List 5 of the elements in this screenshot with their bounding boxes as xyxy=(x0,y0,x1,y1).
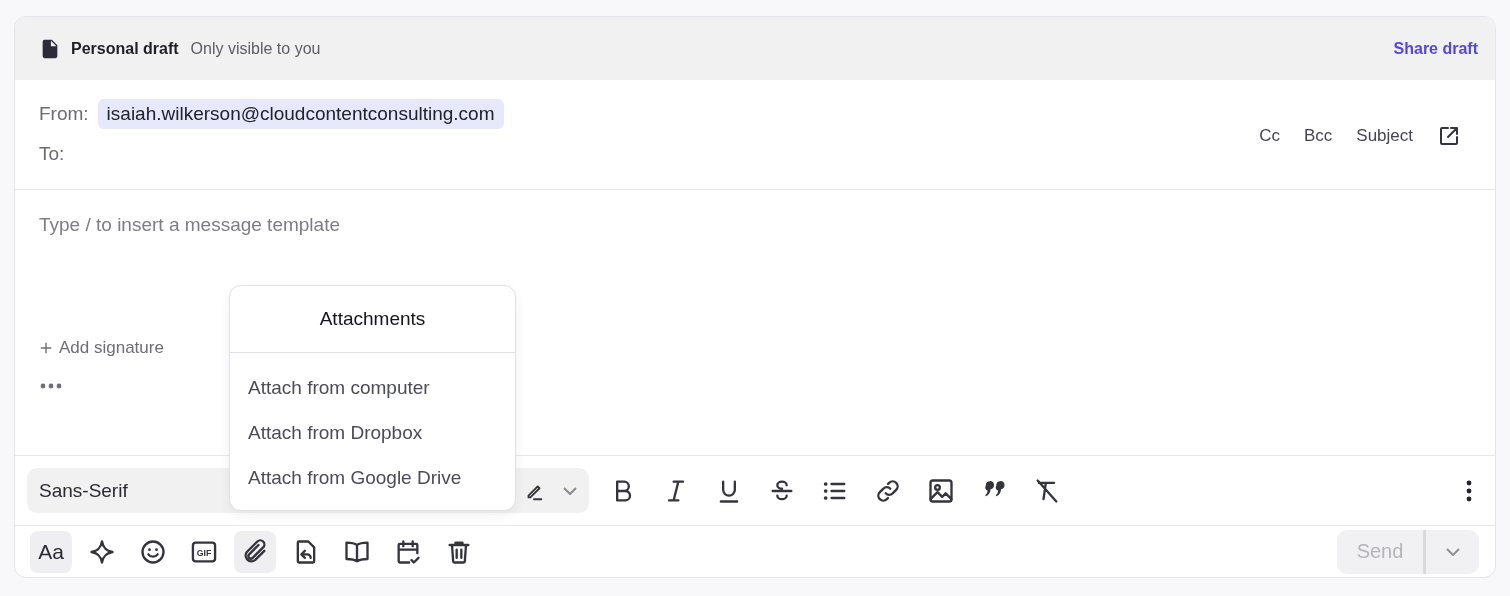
draft-title: Personal draft xyxy=(71,39,179,58)
to-label: To: xyxy=(39,143,65,165)
menu-title: Attachments xyxy=(230,286,515,353)
from-label: From: xyxy=(39,103,89,125)
draft-visibility-note: Only visible to you xyxy=(190,39,321,58)
